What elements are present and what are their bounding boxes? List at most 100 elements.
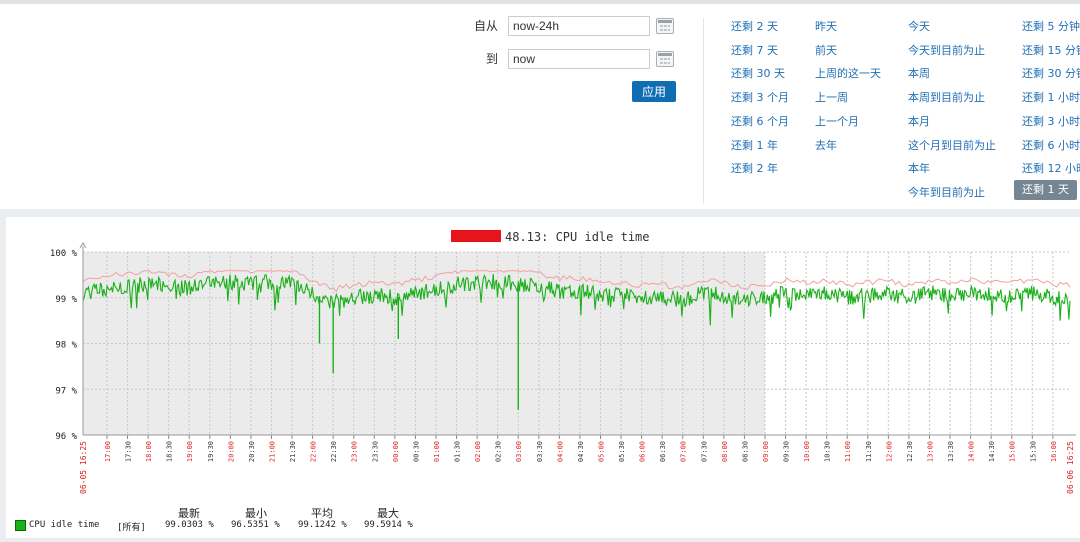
x-tick-label: 10:00: [803, 441, 811, 462]
quick-range-col4-7[interactable]: 还剩 1 天: [1014, 180, 1077, 200]
x-end-label: 06-06 16:25: [1066, 441, 1075, 494]
x-tick-label: 13:30: [947, 441, 955, 462]
x-tick-label: 05:00: [597, 441, 605, 462]
quick-range-col3-1[interactable]: 今天到目前为止: [908, 42, 985, 58]
x-tick-label: 21:30: [289, 441, 297, 462]
cpu-idle-chart: 48.13: CPU idle time 100 % 99 % 98 % 97 % 96…: [50, 230, 1076, 494]
filter-divider: [703, 18, 704, 204]
x-tick-label: 23:00: [351, 441, 359, 462]
x-tick-label: 05:30: [618, 441, 626, 462]
x-tick-label: 08:00: [721, 441, 729, 462]
time-filter-panel: 自从 到 应用 还剩 2 天还剩 7 天还剩 30 天还剩 3 个月还剩 6 个…: [0, 4, 1080, 209]
legend-header-last: 最新: [178, 507, 200, 520]
quick-range-col4-5[interactable]: 还剩 6 小时: [1022, 137, 1080, 153]
chart-panel: 48.13: CPU idle time 100 % 99 % 98 % 97 % 96…: [6, 217, 1080, 538]
quick-range-col3-4[interactable]: 本月: [908, 113, 930, 129]
quick-range-col2-1[interactable]: 前天: [815, 42, 837, 58]
x-tick-label: 12:00: [885, 441, 893, 462]
y-tick-label: 98 %: [55, 341, 77, 351]
quick-range-col1-4[interactable]: 还剩 6 个月: [731, 113, 789, 129]
x-start-label: 06-05 16:25: [79, 441, 88, 494]
legend-swatch: [15, 520, 26, 531]
quick-range-col4-2[interactable]: 还剩 30 分钟: [1022, 65, 1080, 81]
quick-range-col2-5[interactable]: 去年: [815, 137, 837, 153]
quick-range-col4-4[interactable]: 还剩 3 小时: [1022, 113, 1080, 129]
legend-value-last: 99.0303 %: [165, 520, 214, 530]
x-tick-label: 02:30: [495, 441, 503, 462]
quick-range-col2-3[interactable]: 上一周: [815, 89, 848, 105]
from-input[interactable]: [508, 16, 650, 36]
x-tick-label: 17:00: [104, 441, 112, 462]
x-tick-label: 03:00: [515, 441, 523, 462]
quick-range-col3-0[interactable]: 今天: [908, 18, 930, 34]
quick-range-col2-0[interactable]: 昨天: [815, 18, 837, 34]
x-tick-label: 21:00: [268, 441, 276, 462]
apply-button[interactable]: 应用: [632, 81, 676, 102]
legend-func-label: [所有]: [117, 523, 146, 533]
y-tick-label: 99 %: [55, 295, 77, 305]
to-label: 到: [485, 52, 498, 66]
quick-range-col4-3[interactable]: 还剩 1 小时: [1022, 89, 1080, 105]
quick-range-col3-3[interactable]: 本周到目前为止: [908, 89, 985, 105]
y-tick-label: 96 %: [55, 432, 77, 442]
x-tick-label: 02:00: [474, 441, 482, 462]
x-tick-label: 18:00: [145, 441, 153, 462]
y-tick-label: 100 %: [50, 249, 78, 259]
x-tick-label: 11:00: [844, 441, 852, 462]
x-tick-label: 09:30: [783, 441, 791, 462]
x-tick-label: 15:00: [1009, 441, 1017, 462]
x-tick-label: 19:00: [186, 441, 194, 462]
x-tick-label: 11:30: [865, 441, 873, 462]
quick-range-col1-1[interactable]: 还剩 7 天: [731, 42, 778, 58]
quick-range-col4-0[interactable]: 还剩 5 分钟: [1022, 18, 1080, 34]
legend-value-max: 99.5914 %: [364, 520, 413, 530]
x-tick-label: 07:00: [680, 441, 688, 462]
chart-title-swatch: [451, 230, 501, 242]
x-tick-label: 22:00: [310, 441, 318, 462]
x-tick-label: 07:30: [700, 441, 708, 462]
quick-range-col1-6[interactable]: 还剩 2 年: [731, 160, 778, 176]
x-tick-label: 13:00: [926, 441, 934, 462]
x-tick-label: 19:30: [207, 441, 215, 462]
from-label: 自从: [473, 19, 498, 33]
x-tick-label: 01:00: [433, 441, 441, 462]
legend-header-avg: 平均: [311, 507, 333, 520]
quick-range-col3-2[interactable]: 本周: [908, 65, 930, 81]
quick-range-col4-6[interactable]: 还剩 12 小时: [1022, 160, 1080, 176]
x-tick-label: 08:30: [741, 441, 749, 462]
quick-range-col4-1[interactable]: 还剩 15 分钟: [1022, 42, 1080, 58]
quick-range-col1-0[interactable]: 还剩 2 天: [731, 18, 778, 34]
legend-value-avg: 99.1242 %: [298, 520, 347, 530]
x-tick-label: 17:30: [125, 441, 133, 462]
x-tick-label: 10:30: [824, 441, 832, 462]
x-tick-label: 15:30: [1029, 441, 1037, 462]
quick-range-col3-5[interactable]: 这个月到目前为止: [908, 137, 996, 153]
x-tick-label: 03:30: [536, 441, 544, 462]
x-tick-label: 20:00: [227, 441, 235, 462]
x-tick-label: 14:30: [988, 441, 996, 462]
x-tick-label: 20:30: [248, 441, 256, 462]
quick-range-col3-6[interactable]: 本年: [908, 160, 930, 176]
quick-range-col3-7[interactable]: 今年到目前为止: [908, 184, 985, 200]
x-tick-label: 04:00: [556, 441, 564, 462]
quick-range-col1-2[interactable]: 还剩 30 天: [731, 65, 785, 81]
x-tick-label: 14:00: [968, 441, 976, 462]
from-calendar-icon[interactable]: [656, 18, 674, 34]
y-tick-label: 97 %: [55, 386, 77, 396]
to-input[interactable]: [508, 49, 650, 69]
legend-value-min: 96.5351 %: [231, 520, 280, 530]
x-tick-label: 00:30: [412, 441, 420, 462]
quick-range-col2-2[interactable]: 上周的这一天: [815, 65, 881, 81]
to-calendar-icon[interactable]: [656, 51, 674, 67]
quick-range-col1-3[interactable]: 还剩 3 个月: [731, 89, 789, 105]
x-tick-label: 06:00: [639, 441, 647, 462]
x-tick-label: 09:00: [762, 441, 770, 462]
quick-range-col2-4[interactable]: 上一个月: [815, 113, 859, 129]
x-tick-label: 22:30: [330, 441, 338, 462]
x-tick-label: 23:30: [371, 441, 379, 462]
x-tick-label: 00:00: [392, 441, 400, 462]
x-tick-label: 16:00: [1050, 441, 1058, 462]
chart-title: 48.13: CPU idle time: [505, 230, 650, 244]
quick-range-col1-5[interactable]: 还剩 1 年: [731, 137, 778, 153]
legend-header-min: 最小: [245, 507, 267, 520]
